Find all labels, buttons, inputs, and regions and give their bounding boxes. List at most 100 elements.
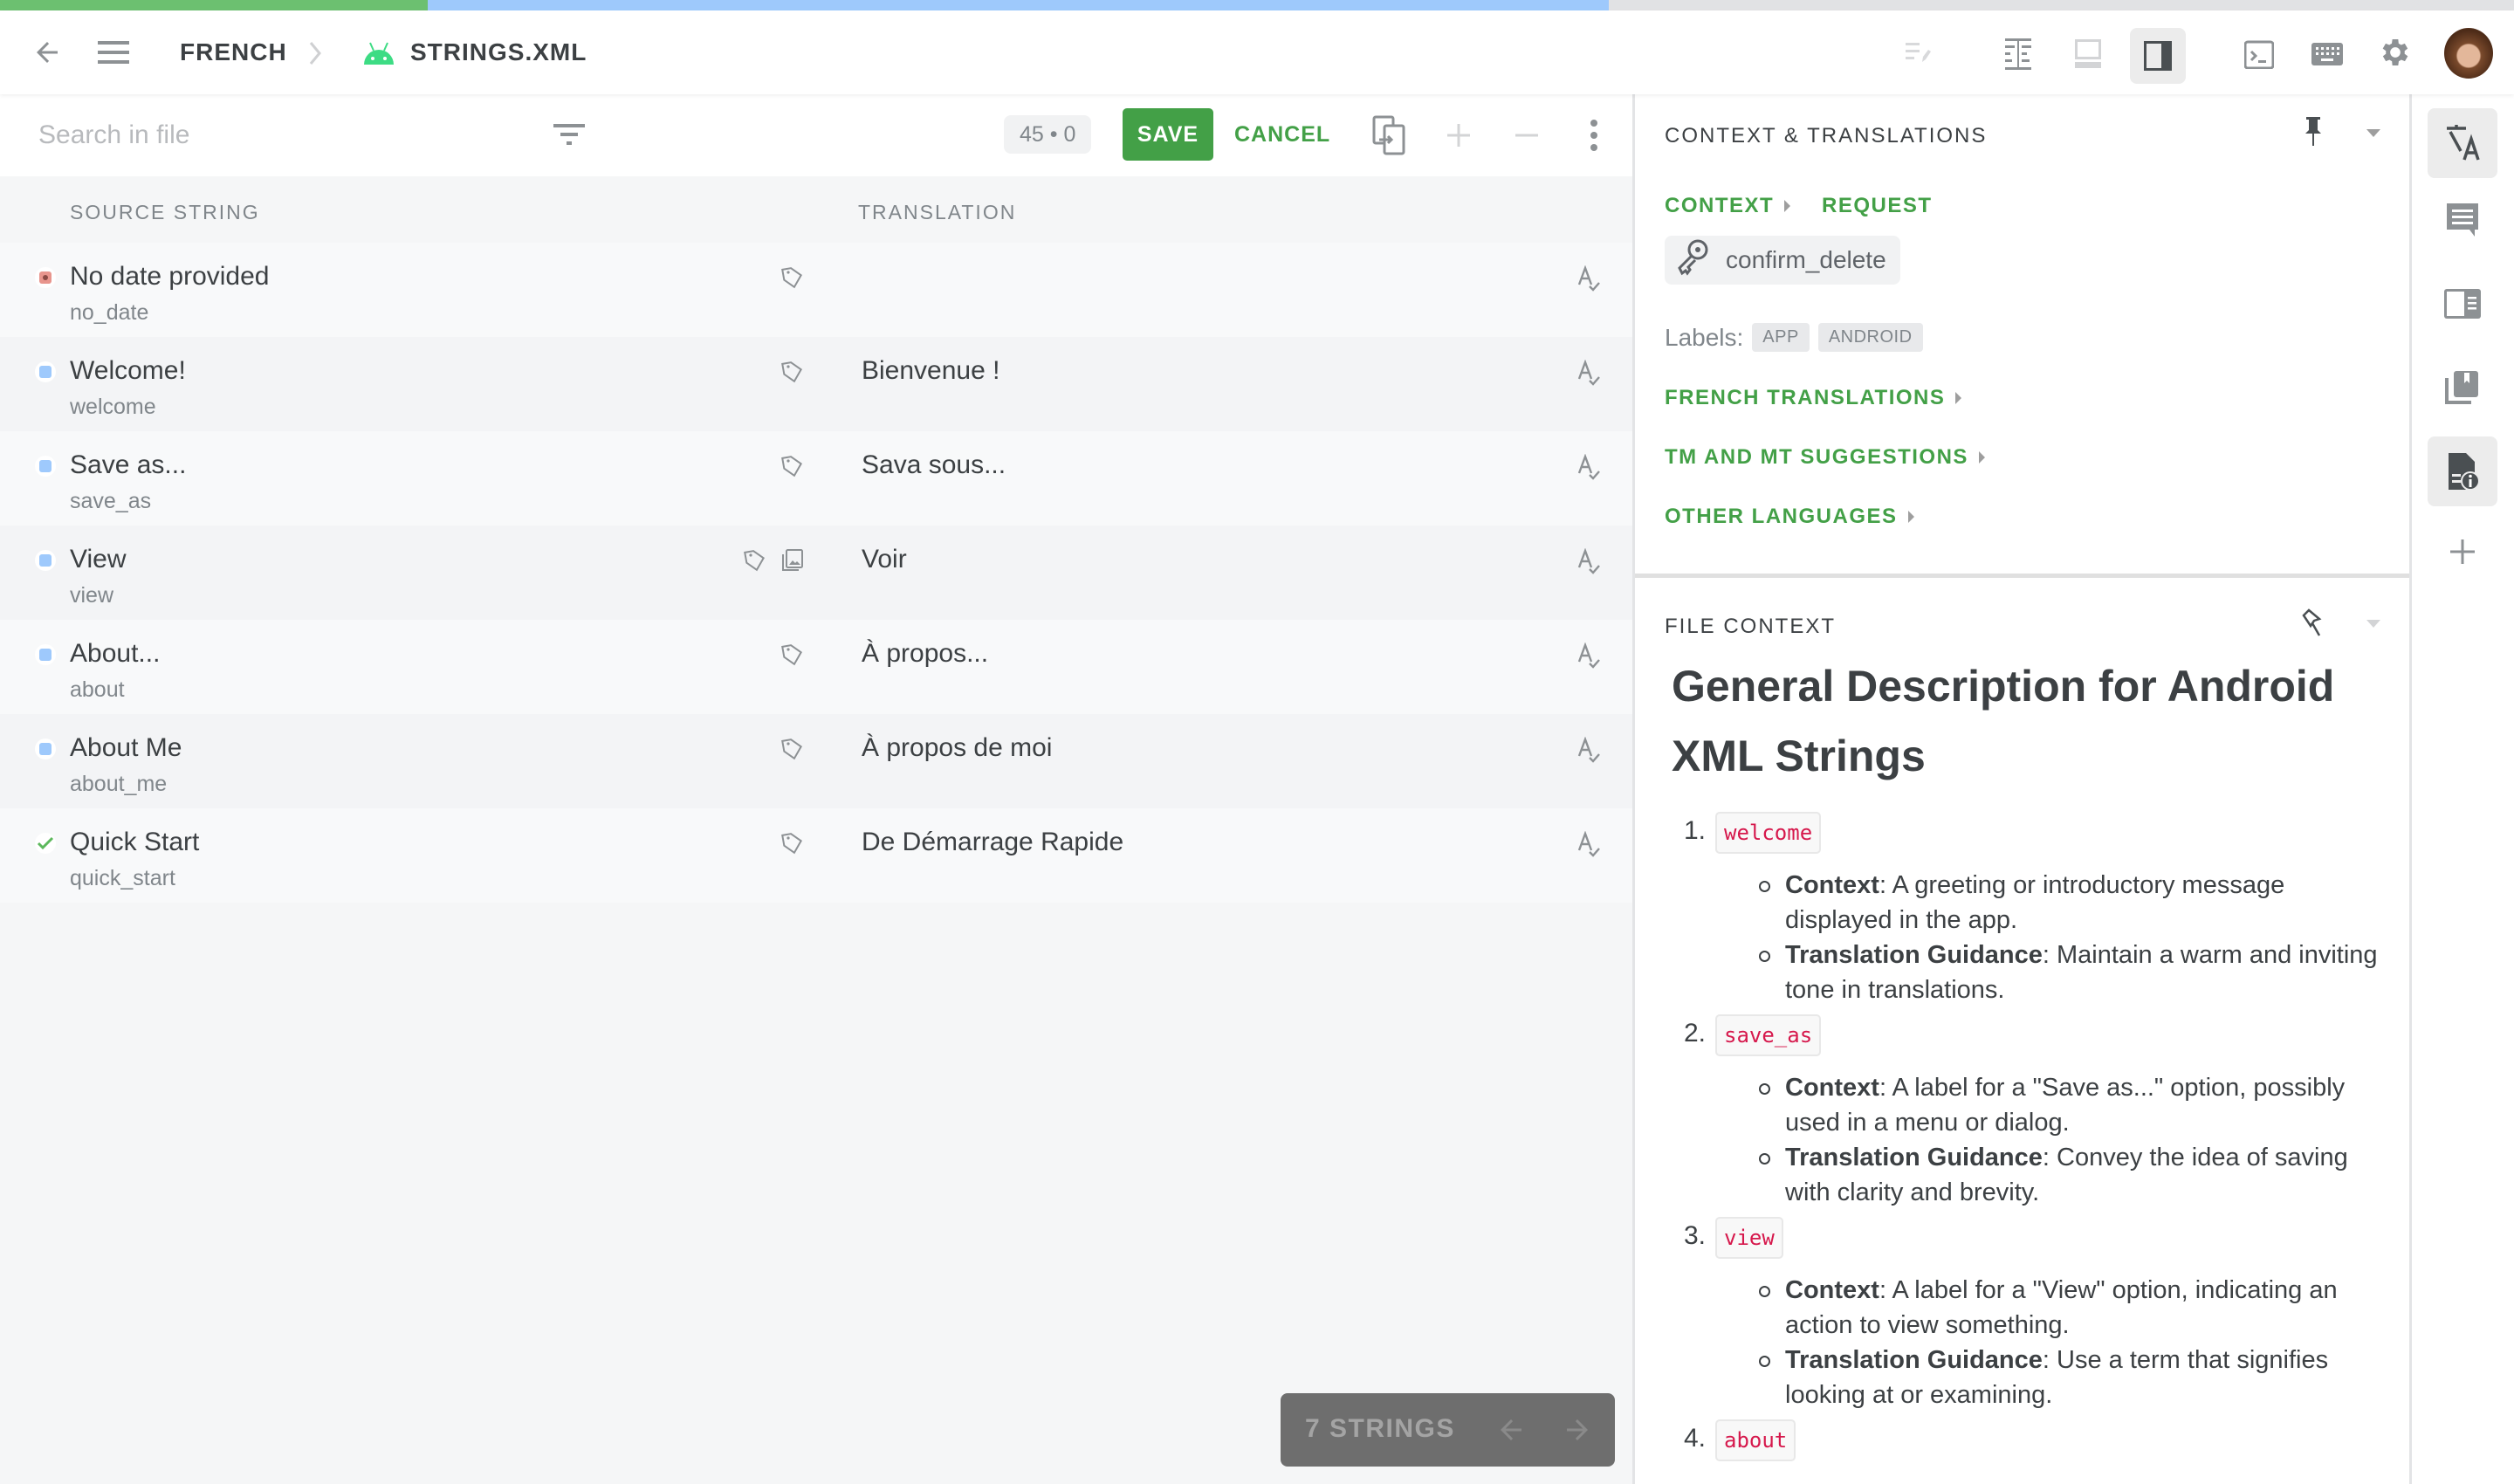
side-by-side-icon[interactable]: [1999, 35, 2037, 73]
back-arrow-icon[interactable]: [28, 33, 66, 72]
list-number: 2.: [1684, 1019, 1707, 1048]
table-row[interactable]: View view Voir: [0, 526, 1632, 620]
code-key: about: [1715, 1419, 1796, 1461]
translation-text[interactable]: À propos...: [862, 639, 988, 669]
pagination-bar: 7 STRINGS: [1281, 1393, 1615, 1467]
menu-icon[interactable]: [94, 33, 133, 72]
translation-text[interactable]: Voir: [862, 545, 907, 574]
unpin-icon[interactable]: [2300, 608, 2326, 637]
context-link[interactable]: CONTEXT: [1665, 194, 1791, 218]
tag-icon[interactable]: [781, 737, 804, 766]
prev-page-icon[interactable]: [1495, 1414, 1527, 1446]
spellcheck-icon[interactable]: [1576, 359, 1601, 392]
comments-icon[interactable]: [2428, 185, 2497, 255]
table-row[interactable]: Welcome! welcome Bienvenue !: [0, 337, 1632, 431]
caret-right-icon: [1955, 392, 1962, 404]
translation-text[interactable]: De Démarrage Rapide: [862, 828, 1123, 857]
doc-sublist-item: Context: A label for a "View" option, in…: [1759, 1273, 2387, 1343]
labels-row: Labels: APP ANDROID: [1665, 323, 1923, 352]
doc-sublist: Context: A label for a "Save as..." opti…: [1715, 1070, 2387, 1210]
copy-source-icon[interactable]: [1372, 115, 1407, 155]
label-chip[interactable]: APP: [1752, 323, 1810, 352]
other-languages-section[interactable]: OTHER LANGUAGES: [1665, 505, 1914, 529]
translation-text[interactable]: À propos de moi: [862, 733, 1052, 763]
doc-item-label: Translation Guidance: [1785, 1346, 2043, 1374]
list-number: 4.: [1684, 1424, 1707, 1453]
collapse-caret-icon[interactable]: [2366, 620, 2380, 628]
french-translations-section[interactable]: FRENCH TRANSLATIONS: [1665, 386, 1962, 410]
minus-icon[interactable]: [1514, 122, 1540, 148]
spellcheck-icon[interactable]: [1576, 830, 1601, 863]
context-panel-title: CONTEXT & TRANSLATIONS: [1665, 124, 1988, 148]
table-row[interactable]: Save as... save_as Sava sous...: [0, 431, 1632, 526]
breadcrumb-file[interactable]: STRINGS.XML: [410, 38, 587, 66]
sidebar-layout-icon[interactable]: [2130, 28, 2186, 84]
context-panel: CONTEXT & TRANSLATIONS CONTEXT REQUEST c…: [1632, 94, 2412, 1484]
string-key: about: [70, 677, 125, 702]
search-input[interactable]: [38, 117, 527, 154]
user-avatar[interactable]: [2444, 28, 2493, 79]
save-button[interactable]: SAVE: [1123, 108, 1213, 161]
request-link[interactable]: REQUEST: [1822, 194, 1933, 218]
tag-icon[interactable]: [781, 454, 804, 483]
plus-icon[interactable]: [1446, 122, 1472, 148]
doc-sublist: Context: A label for a "View" option, in…: [1715, 1273, 2387, 1412]
translation-memory-icon[interactable]: [2428, 353, 2497, 423]
translate-icon[interactable]: [2428, 108, 2497, 178]
file-context-title: FILE CONTEXT: [1665, 615, 1837, 638]
table-row[interactable]: Quick Start quick_start De Démarrage Rapid…: [0, 808, 1632, 903]
progress-approved-segment: [0, 0, 428, 10]
status-untranslated-icon: [35, 267, 56, 288]
spellcheck-icon[interactable]: [1576, 547, 1601, 581]
label-chip[interactable]: ANDROID: [1817, 323, 1923, 352]
tm-mt-suggestions-section[interactable]: TM AND MT SUGGESTIONS: [1665, 445, 1985, 470]
keyboard-icon[interactable]: [2308, 35, 2346, 73]
terminal-icon[interactable]: [2240, 35, 2278, 73]
tag-icon[interactable]: [781, 831, 804, 860]
doc-item-label: Context: [1785, 1276, 1879, 1304]
pin-icon[interactable]: [2304, 117, 2323, 147]
string-key: save_as: [70, 489, 152, 513]
key-icon: [1675, 237, 1710, 284]
table-row[interactable]: About... about À propos...: [0, 620, 1632, 714]
screenshot-icon[interactable]: [781, 548, 804, 577]
spellcheck-icon[interactable]: [1576, 642, 1601, 675]
spellcheck-icon[interactable]: [1576, 265, 1601, 298]
cancel-button[interactable]: CANCEL: [1234, 108, 1330, 161]
doc-sublist-item: Context: A greeting or introductory mess…: [1759, 868, 2387, 938]
status-translated-icon: [35, 644, 56, 665]
next-page-icon[interactable]: [1562, 1414, 1593, 1446]
horizontal-layout-icon[interactable]: [2069, 35, 2107, 73]
edit-list-icon[interactable]: [1899, 35, 1938, 73]
doc-item-label: Translation Guidance: [1785, 941, 2043, 969]
breadcrumb-language[interactable]: FRENCH: [180, 38, 287, 66]
doc-sublist-item: Translation Guidance: Convey the idea of…: [1759, 1140, 2387, 1210]
string-key: view: [70, 583, 114, 608]
source-text: No date provided: [70, 262, 270, 291]
char-counter: 45 • 0: [1004, 115, 1092, 154]
more-options-icon[interactable]: [1589, 119, 1599, 152]
tag-icon[interactable]: [744, 548, 766, 577]
code-key: view: [1715, 1217, 1783, 1259]
doc-item-label: Context: [1785, 871, 1879, 899]
file-context-document: General Description for Android XML Stri…: [1672, 662, 2387, 1461]
source-text: Quick Start: [70, 828, 200, 856]
table-row[interactable]: About Me about_me À propos de moi: [0, 714, 1632, 808]
file-info-icon[interactable]: [2428, 436, 2497, 506]
panel-divider[interactable]: [1635, 574, 2412, 578]
tag-icon[interactable]: [781, 360, 804, 388]
spellcheck-icon[interactable]: [1576, 453, 1601, 486]
spellcheck-icon[interactable]: [1576, 736, 1601, 769]
tag-icon[interactable]: [781, 642, 804, 671]
source-text: About...: [70, 639, 161, 668]
table-row[interactable]: No date provided no_date: [0, 243, 1632, 337]
glossary-icon[interactable]: [2428, 269, 2497, 339]
translation-text[interactable]: Bienvenue !: [862, 356, 999, 386]
collapse-caret-icon[interactable]: [2366, 129, 2380, 137]
filter-icon[interactable]: [552, 122, 587, 148]
settings-gear-icon[interactable]: [2376, 33, 2414, 72]
list-number: 3.: [1684, 1221, 1707, 1250]
translation-text[interactable]: Sava sous...: [862, 450, 1006, 480]
tag-icon[interactable]: [781, 265, 804, 294]
add-icon[interactable]: [2428, 517, 2497, 587]
